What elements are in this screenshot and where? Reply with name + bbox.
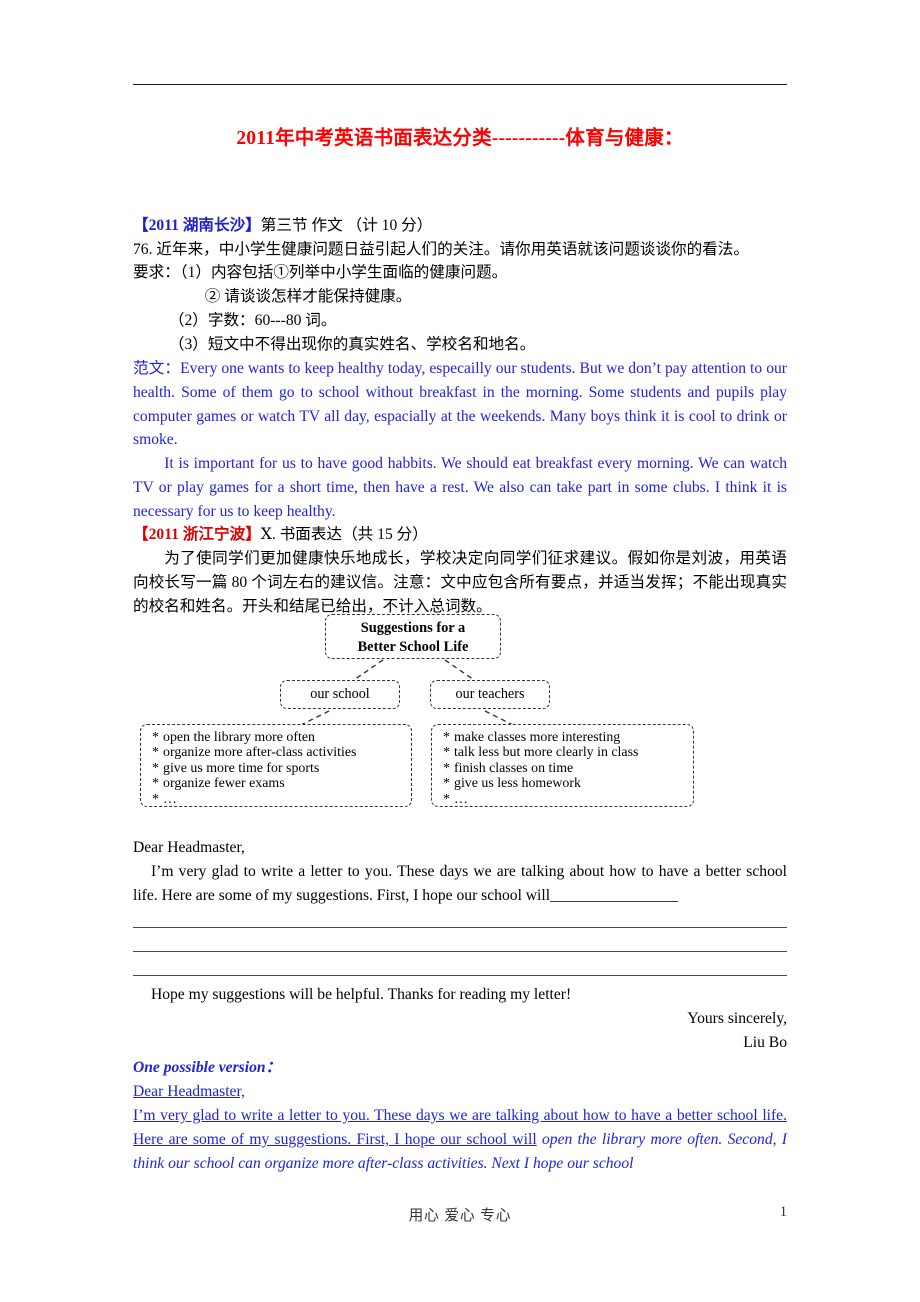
sample-text-1: Every one wants to keep healthy today, e… bbox=[133, 360, 787, 449]
answer-body: I’m very glad to write a letter to you. … bbox=[133, 1104, 787, 1175]
answer-label: One possible version： bbox=[133, 1059, 282, 1076]
diagram-node-our-teachers: our teachers bbox=[430, 680, 550, 709]
letter-sign-off: Yours sincerely, bbox=[687, 1010, 787, 1027]
bullet-marker: * bbox=[152, 730, 159, 745]
list-item: * open the library more often bbox=[152, 730, 411, 745]
list-item-label: open the library more often bbox=[163, 730, 315, 745]
list-item-label: talk less but more clearly in class bbox=[454, 745, 639, 761]
sample-label: 范文： bbox=[133, 360, 181, 377]
ningbo-heading: 【2011 浙江宁波】Ⅹ. 书面表达（共 15 分） bbox=[133, 523, 787, 547]
list-item: * organize more after-class activities bbox=[152, 745, 411, 760]
fill-in-blank[interactable] bbox=[550, 900, 679, 902]
changsha-requirement-4: （3）短文中不得出现你的真实姓名、学校名和地名。 bbox=[168, 336, 536, 353]
list-item-label: give us less homework bbox=[454, 776, 581, 792]
answer-salutation: Dear Headmaster, bbox=[133, 1080, 787, 1104]
bullet-marker: * bbox=[152, 791, 159, 807]
diagram-teacher-suggestions-box: * make classes more interesting * talk les… bbox=[431, 724, 694, 807]
list-item: *… bbox=[443, 792, 693, 807]
bullet-marker: * bbox=[443, 730, 450, 745]
footer-slogan: 用心 爱心 专心 bbox=[408, 1208, 512, 1224]
bullet-marker: * bbox=[443, 745, 450, 761]
ningbo-region-tag: 【2011 浙江宁波】 bbox=[133, 526, 261, 543]
list-item-label: finish classes on time bbox=[454, 760, 574, 776]
bullet-marker: * bbox=[152, 745, 159, 761]
header-divider bbox=[133, 84, 787, 85]
diagram-title-line-2: Better School Life bbox=[357, 638, 469, 655]
letter-salutation: Dear Headmaster, bbox=[133, 839, 245, 856]
document-page: 2011年中考英语书面表达分类-----------体育与健康： 【2011 湖… bbox=[0, 0, 920, 1302]
bullet-marker: * bbox=[152, 776, 159, 792]
letter-closing-line: Hope my suggestions will be helpful. Tha… bbox=[150, 986, 572, 1003]
bullet-marker: * bbox=[443, 760, 450, 776]
suggestions-diagram: Suggestions for a Better School Life our… bbox=[133, 614, 787, 830]
list-item: * give us less homework bbox=[443, 776, 693, 791]
letter-body: I’m very glad to write a letter to you. … bbox=[133, 860, 787, 908]
diagram-title-line-1: Suggestions for a bbox=[360, 620, 466, 636]
list-item: * give us more time for sports bbox=[152, 761, 411, 776]
changsha-heading: 【2011 湖南长沙】第三节 作文 （计 10 分） bbox=[133, 214, 787, 238]
document-title: 2011年中考英语书面表达分类-----------体育与健康： bbox=[236, 128, 684, 149]
diagram-school-suggestions-box: * open the library more often * organize m… bbox=[140, 724, 412, 807]
list-item-label: organize more after-class activities bbox=[163, 745, 357, 761]
list-item: * finish classes on time bbox=[443, 761, 693, 776]
list-item-label: make classes more interesting bbox=[454, 730, 621, 745]
bullet-marker: * bbox=[443, 776, 450, 792]
footer-page-number: 1 bbox=[779, 1204, 787, 1220]
answer-salutation-text: Dear Headmaster, bbox=[133, 1083, 245, 1100]
diagram-title-box: Suggestions for a Better School Life bbox=[325, 614, 501, 659]
list-item-label: … bbox=[454, 791, 468, 807]
bullet-marker: * bbox=[443, 791, 450, 807]
list-item: *… bbox=[152, 792, 411, 807]
ningbo-heading-rest: Ⅹ. 书面表达（共 15 分） bbox=[260, 526, 428, 543]
page-sheet: 2011年中考英语书面表达分类-----------体育与健康： 【2011 湖… bbox=[133, 0, 787, 1302]
list-item: * talk less but more clearly in class bbox=[443, 745, 693, 760]
letter-body-text: I’m very glad to write a letter to you. … bbox=[133, 863, 787, 904]
bullet-marker: * bbox=[152, 760, 159, 776]
changsha-sample-para-1: 范文：Every one wants to keep healthy today… bbox=[133, 357, 787, 452]
letter-sign-name: Liu Bo bbox=[743, 1034, 787, 1051]
list-item: * organize fewer exams bbox=[152, 776, 411, 791]
changsha-region-tag: 【2011 湖南长沙】 bbox=[133, 217, 261, 234]
changsha-prompt: 76. 近年来，中小学生健康问题日益引起人们的关注。请你用英语就该问题谈谈你的看… bbox=[133, 241, 749, 258]
diagram-node-our-school: our school bbox=[280, 680, 400, 709]
changsha-sample-para-2: It is important for us to have good habb… bbox=[133, 455, 787, 520]
changsha-requirement-2: ② 请谈谈怎样才能保持健康。 bbox=[204, 288, 412, 305]
changsha-requirement-3: （2）字数：60---80 词。 bbox=[168, 312, 337, 329]
answer-blank-line-2[interactable] bbox=[133, 951, 787, 952]
answer-blank-line-1[interactable] bbox=[133, 927, 787, 928]
changsha-heading-rest: 第三节 作文 （计 10 分） bbox=[260, 217, 433, 234]
list-item-label: … bbox=[163, 791, 177, 807]
list-item-label: organize fewer exams bbox=[163, 776, 285, 792]
list-item-label: give us more time for sports bbox=[163, 760, 320, 776]
list-item: * make classes more interesting bbox=[443, 730, 693, 745]
changsha-requirement-1: 要求：（1）内容包括①列举中小学生面临的健康问题。 bbox=[133, 264, 508, 281]
ningbo-prompt: 为了使同学们更加健康快乐地成长，学校决定向同学们征求建议。假如你是刘波，用英语向… bbox=[133, 550, 787, 615]
answer-blank-line-3[interactable] bbox=[133, 975, 787, 976]
